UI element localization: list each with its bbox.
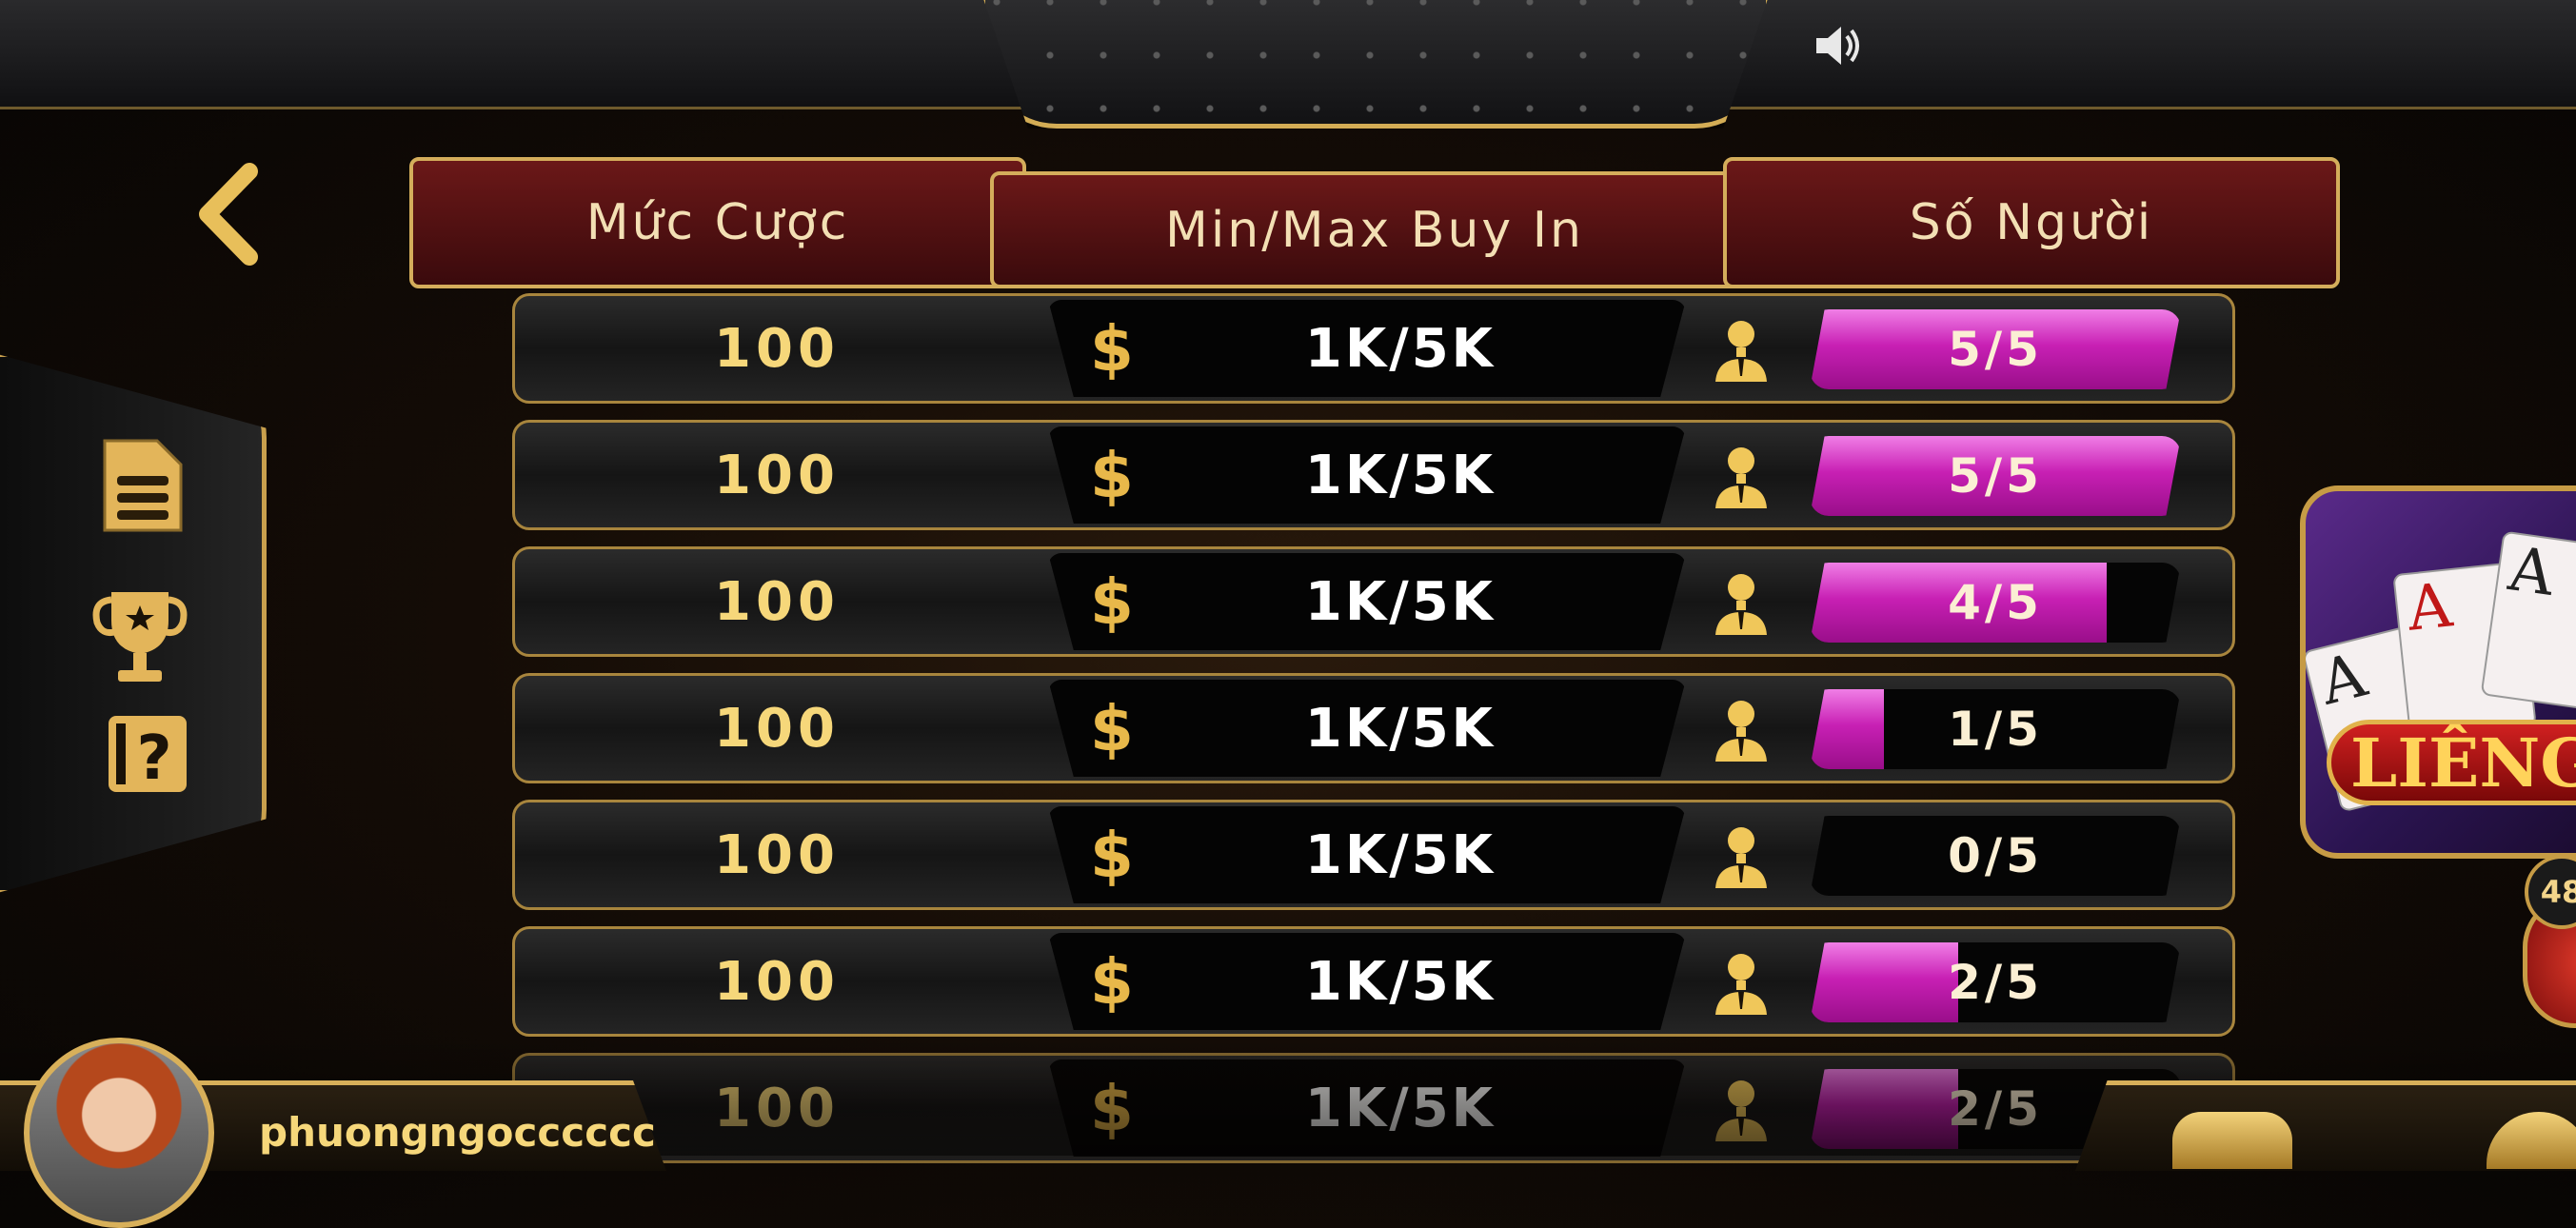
table-row[interactable]: 100 $ 1K/5K 4/5 bbox=[512, 546, 2235, 657]
players-count: 5/5 bbox=[1948, 448, 2043, 504]
person-icon bbox=[1710, 697, 1773, 763]
dollar-icon: $ bbox=[1090, 944, 1134, 1019]
buyin-range: 1K/5K bbox=[1304, 317, 1496, 380]
players-count: 0/5 bbox=[1948, 828, 2043, 883]
dollar-icon: $ bbox=[1090, 691, 1134, 765]
game-badge[interactable]: A A A LIÊNG bbox=[2300, 485, 2576, 859]
players-count: 5/5 bbox=[1948, 322, 2043, 377]
dollar-icon: $ bbox=[1090, 438, 1134, 512]
svg-text:?: ? bbox=[136, 723, 171, 794]
person-icon bbox=[1710, 1077, 1773, 1143]
document-icon[interactable] bbox=[90, 433, 195, 538]
table-row[interactable]: 100 $ 1K/5K 5/5 bbox=[512, 293, 2235, 404]
dollar-icon: $ bbox=[1090, 564, 1134, 639]
game-title: LIÊNG bbox=[2327, 720, 2576, 805]
column-header-bet: Mức Cược bbox=[409, 157, 1026, 288]
bet-amount: 100 bbox=[714, 950, 840, 1013]
buyin-range: 1K/5K bbox=[1304, 697, 1496, 760]
bet-amount: 100 bbox=[714, 444, 840, 506]
bet-amount: 100 bbox=[714, 570, 840, 633]
players-count: 2/5 bbox=[1948, 955, 2043, 1010]
bet-amount: 100 bbox=[714, 317, 840, 380]
dollar-icon: $ bbox=[1090, 311, 1134, 386]
top-emblem bbox=[981, 0, 1771, 129]
bet-amount: 100 bbox=[714, 823, 840, 886]
buyin-range: 1K/5K bbox=[1304, 823, 1496, 886]
person-icon bbox=[1710, 823, 1773, 890]
playing-card: A bbox=[2480, 530, 2576, 713]
table-row[interactable]: 100 $ 1K/5K 1/5 bbox=[512, 673, 2235, 783]
table-row[interactable]: 100 $ 1K/5K 0/5 bbox=[512, 800, 2235, 910]
person-icon bbox=[1710, 444, 1773, 510]
speaker-icon[interactable] bbox=[1809, 17, 1866, 74]
table-row[interactable]: 100 $ 1K/5K 5/5 bbox=[512, 420, 2235, 530]
avatar[interactable] bbox=[24, 1038, 214, 1228]
person-icon bbox=[1710, 950, 1773, 1017]
players-count: 1/5 bbox=[1948, 702, 2043, 757]
buyin-range: 1K/5K bbox=[1304, 570, 1496, 633]
help-icon[interactable]: ? bbox=[95, 704, 200, 809]
column-header-players: Số Người bbox=[1723, 157, 2340, 288]
buyin-range: 1K/5K bbox=[1304, 1077, 1496, 1139]
username: phuongngocccccc bbox=[259, 1109, 656, 1156]
add-chips-button[interactable] bbox=[2172, 1112, 2292, 1169]
person-icon bbox=[1710, 570, 1773, 637]
players-count: 4/5 bbox=[1948, 575, 2043, 630]
dollar-icon: $ bbox=[1090, 818, 1134, 892]
table-row[interactable]: 100 $ 1K/5K 2/5 bbox=[512, 926, 2235, 1037]
bet-amount: 100 bbox=[714, 697, 840, 760]
trophy-icon[interactable] bbox=[88, 583, 192, 687]
column-header-buyin: Min/Max Buy In bbox=[990, 171, 1759, 288]
back-arrow-icon[interactable] bbox=[190, 162, 276, 267]
dollar-icon: $ bbox=[1090, 1071, 1134, 1145]
buyin-range: 1K/5K bbox=[1304, 950, 1496, 1013]
person-icon bbox=[1710, 317, 1773, 384]
table-row[interactable]: 100 $ 1K/5K 2/5 bbox=[512, 1053, 2235, 1163]
buyin-range: 1K/5K bbox=[1304, 444, 1496, 506]
